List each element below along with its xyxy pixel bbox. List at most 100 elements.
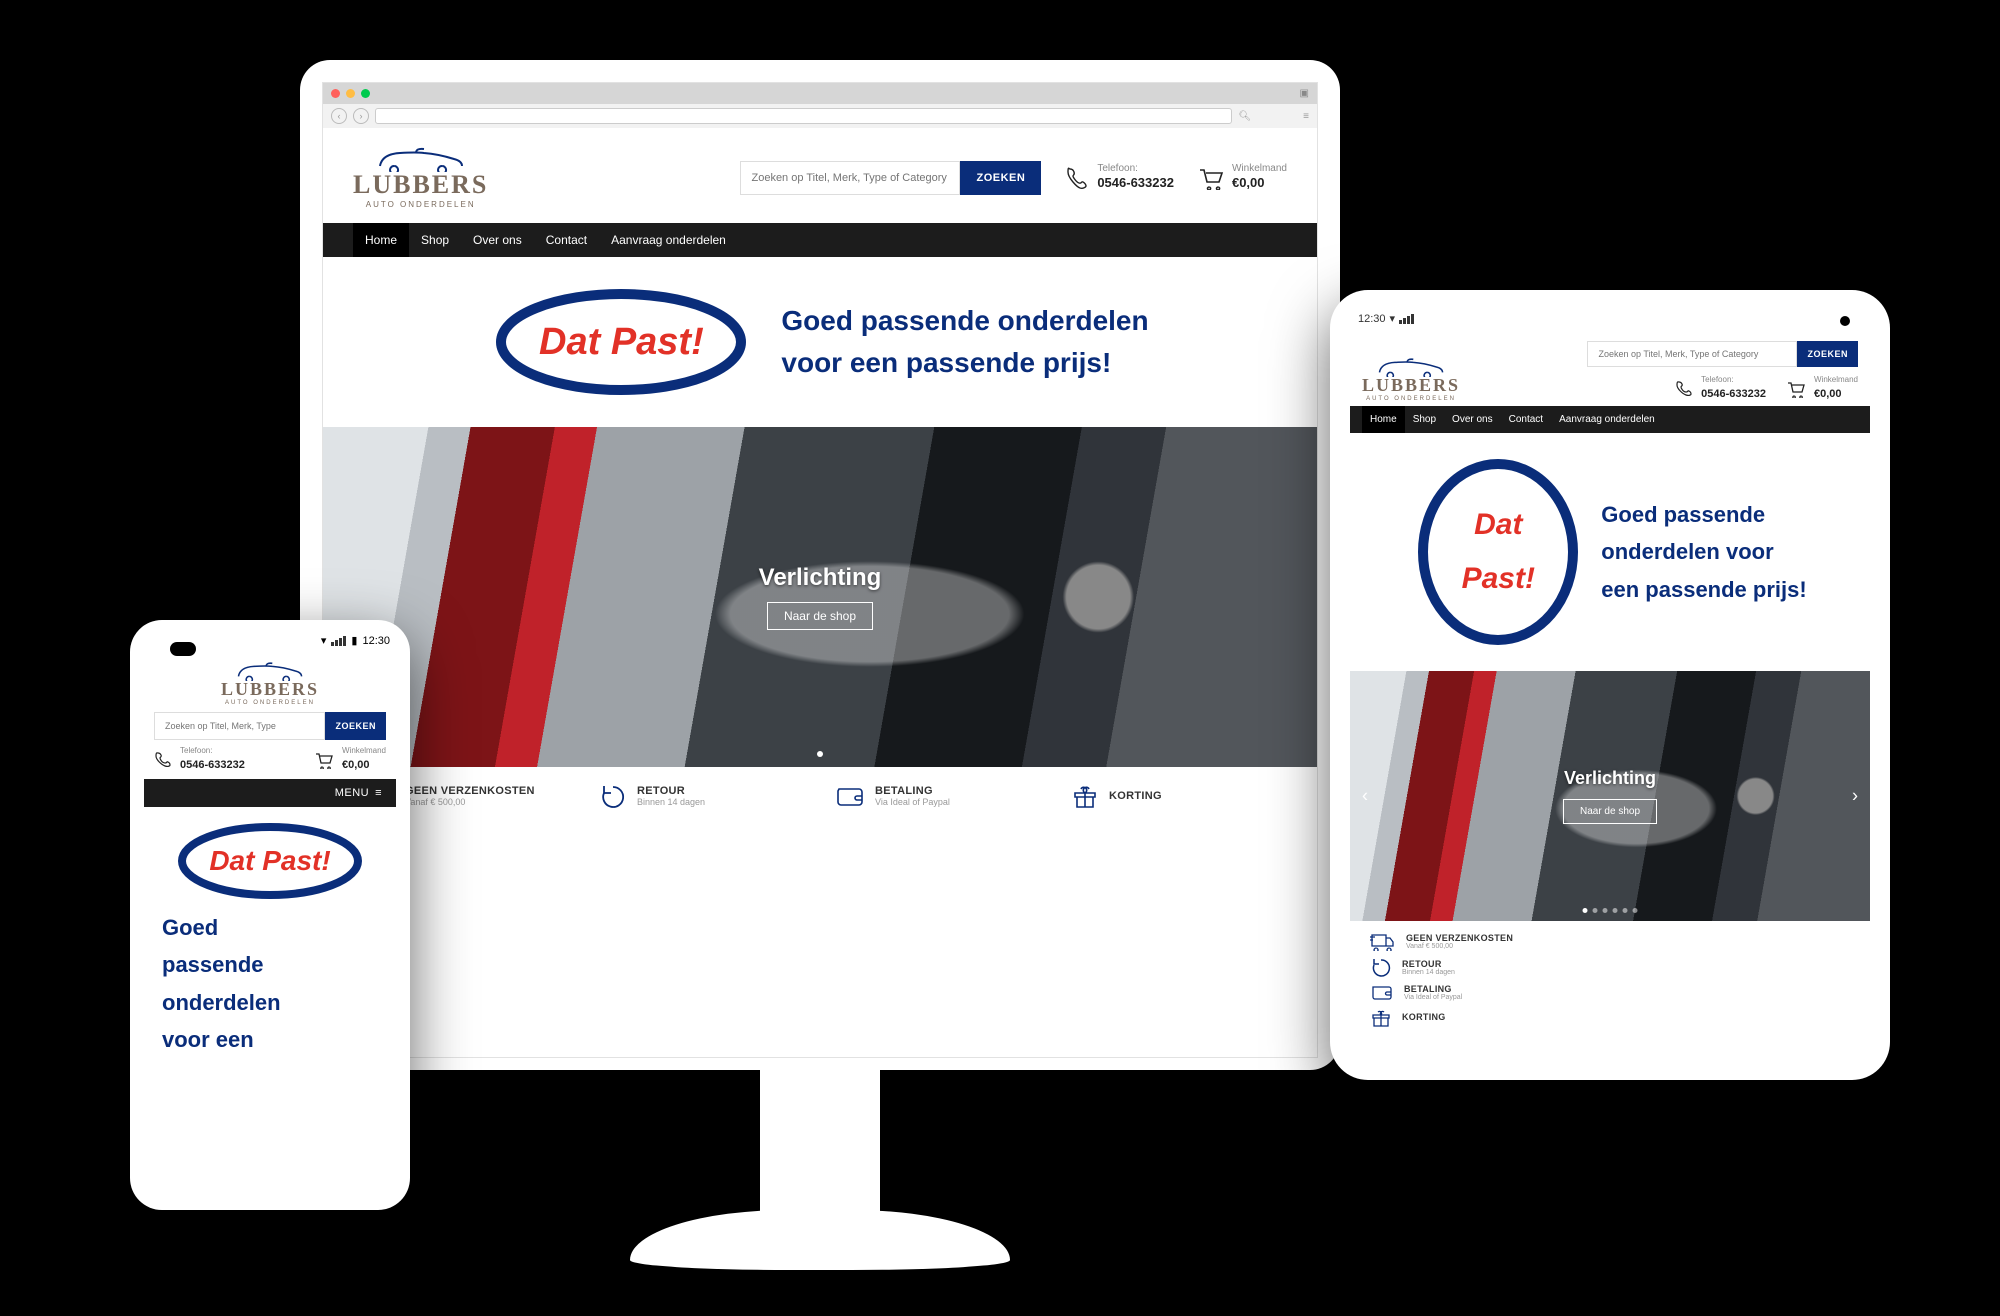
phone-icon — [1065, 166, 1089, 190]
search-input[interactable] — [740, 161, 960, 195]
hero-banner: Dat Past! Goed passende onderdelen voor … — [323, 257, 1317, 427]
tab-icon[interactable]: ▣ — [1300, 88, 1309, 99]
nav-contact[interactable]: Contact — [1501, 406, 1551, 433]
nav-about[interactable]: Over ons — [461, 223, 534, 257]
nav-about[interactable]: Over ons — [1444, 406, 1501, 433]
feature-discount: KORTING — [1071, 783, 1277, 809]
cart-widget[interactable]: Winkelmand €0,00 — [1198, 163, 1287, 192]
wallet-icon — [1370, 983, 1394, 1001]
feature-payment: BETALINGVia Ideal of Paypal — [835, 783, 1041, 809]
wifi-icon: ▾ — [321, 634, 327, 647]
nav-home[interactable]: Home — [1362, 406, 1405, 433]
monitor-mockup: ▣ ‹ › 🔍︎ ≡ LUBBERS AUTO ONDERDELEN — [300, 60, 1340, 1070]
hero-slogan: Goed passende onderdelen voor een passen… — [1601, 496, 1806, 608]
cart-widget[interactable]: Winkelmand€0,00 — [314, 746, 386, 773]
phone-contact[interactable]: Telefoon:0546-633232 — [154, 746, 245, 773]
feature-return: RETOURBinnen 14 dagen — [1370, 957, 1600, 977]
return-icon — [1370, 957, 1392, 977]
return-icon — [599, 783, 627, 809]
status-time: 12:30 — [1358, 313, 1386, 325]
wifi-icon: ▾ — [1390, 312, 1396, 325]
mobile-menu-toggle[interactable]: MENU ≡ — [144, 779, 396, 807]
phone-icon — [154, 751, 172, 769]
desktop-viewport: ▣ ‹ › 🔍︎ ≡ LUBBERS AUTO ONDERDELEN — [322, 82, 1318, 1058]
carousel-indicator[interactable] — [817, 751, 823, 757]
address-bar[interactable] — [375, 108, 1232, 124]
brand-name: LUBBERS — [1362, 375, 1460, 396]
status-time: 12:30 — [362, 635, 390, 647]
dat-past-badge: Dat Past! — [175, 821, 365, 901]
menu-label: MENU — [335, 787, 369, 799]
search-button[interactable]: ZOEKEN — [1797, 341, 1858, 367]
tablet-mockup: 12:30 ▾ LUBBERS AUTO ONDERDELEN ZOEKEN — [1330, 290, 1890, 1080]
search-button[interactable]: ZOEKEN — [325, 712, 386, 740]
hamburger-icon: ≡ — [375, 787, 382, 799]
hero-slogan: Goed passende onderdelen voor een — [162, 909, 281, 1059]
shop-button[interactable]: Naar de shop — [1563, 799, 1657, 824]
phone-contact[interactable]: Telefoon:0546-633232 — [1675, 375, 1766, 402]
car-icon — [376, 146, 466, 172]
maximize-icon[interactable] — [361, 89, 370, 98]
carousel-indicators[interactable] — [1583, 908, 1638, 913]
slide-title: Verlichting — [1563, 768, 1657, 789]
menu-icon[interactable]: ≡ — [1303, 111, 1309, 122]
signal-icon — [1399, 314, 1414, 324]
minimize-icon[interactable] — [346, 89, 355, 98]
badge-text: Dat Past! — [1413, 457, 1583, 647]
badge-text: Dat Past! — [491, 287, 751, 397]
nav-shop[interactable]: Shop — [409, 223, 461, 257]
brand-logo[interactable]: LUBBERS AUTO ONDERDELEN — [221, 661, 319, 706]
status-bar: 12:30 ▾ — [1350, 310, 1870, 333]
cart-label: Winkelmand — [1232, 163, 1287, 174]
cart-icon — [314, 751, 334, 769]
nav-home[interactable]: Home — [353, 223, 409, 257]
search-button[interactable]: ZOEKEN — [960, 161, 1041, 195]
speaker-icon — [170, 642, 196, 656]
phone-viewport: LUBBERS AUTO ONDERDELEN ZOEKEN Telefoon:… — [144, 655, 396, 1191]
cart-icon — [1198, 166, 1224, 190]
brand-logo[interactable]: LUBBERS AUTO ONDERDELEN — [1362, 357, 1460, 402]
brand-logo[interactable]: LUBBERS AUTO ONDERDELEN — [353, 146, 488, 209]
search-icon[interactable]: 🔍︎ — [1238, 111, 1251, 122]
feature-discount: KORTING — [1370, 1007, 1600, 1027]
search-input[interactable] — [1587, 341, 1797, 367]
back-button[interactable]: ‹ — [331, 108, 347, 124]
hero-banner: Dat Past! Goed passende onderdelen voor … — [1350, 433, 1870, 671]
forward-button[interactable]: › — [353, 108, 369, 124]
browser-toolbar: ‹ › 🔍︎ ≡ — [323, 104, 1317, 128]
shop-button[interactable]: Naar de shop — [767, 602, 873, 630]
phone-icon — [1675, 380, 1693, 398]
cart-amount: €0,00 — [1232, 175, 1265, 190]
wallet-icon — [835, 784, 865, 808]
main-nav: Home Shop Over ons Contact Aanvraag onde… — [323, 223, 1317, 257]
cart-icon — [1786, 380, 1806, 398]
signal-icon — [331, 636, 346, 646]
phone-label: Telefoon: — [1097, 163, 1174, 174]
battery-icon: ▮ — [351, 634, 357, 647]
main-nav: Home Shop Over ons Contact Aanvraag onde… — [1350, 406, 1870, 433]
brand-tagline: AUTO ONDERDELEN — [1366, 396, 1456, 402]
search-input[interactable] — [154, 712, 325, 740]
feature-shipping: GEEN VERZENKOSTENVanaf € 500,00 — [1370, 931, 1600, 951]
nav-shop[interactable]: Shop — [1405, 406, 1444, 433]
nav-request[interactable]: Aanvraag onderdelen — [599, 223, 738, 257]
dat-past-badge: Dat Past! — [1413, 457, 1583, 647]
carousel-next-button[interactable]: › — [1846, 780, 1864, 813]
nav-request[interactable]: Aanvraag onderdelen — [1551, 406, 1663, 433]
browser-titlebar: ▣ — [323, 83, 1317, 104]
car-icon — [235, 661, 305, 681]
close-icon[interactable] — [331, 89, 340, 98]
tablet-viewport: LUBBERS AUTO ONDERDELEN ZOEKEN Telefoon:… — [1350, 333, 1870, 1053]
phone-mockup: ▾ ▮ 12:30 LUBBERS AUTO ONDERDELEN ZOEKEN… — [130, 620, 410, 1210]
nav-contact[interactable]: Contact — [534, 223, 599, 257]
badge-text: Dat Past! — [175, 821, 365, 901]
cart-widget[interactable]: Winkelmand€0,00 — [1786, 375, 1858, 402]
search-form: ZOEKEN — [154, 712, 386, 740]
dat-past-badge: Dat Past! — [491, 287, 751, 397]
phone-contact[interactable]: Telefoon: 0546-633232 — [1065, 163, 1174, 192]
feature-strip: GEEN VERZENKOSTENVanaf € 500,00 RETOURBi… — [1350, 921, 1870, 1037]
carousel-prev-button[interactable]: ‹ — [1356, 780, 1374, 813]
site-header: LUBBERS AUTO ONDERDELEN ZOEKEN Telefoon:… — [144, 655, 396, 779]
brand-name: LUBBERS — [353, 170, 488, 200]
slide-title: Verlichting — [759, 564, 882, 592]
